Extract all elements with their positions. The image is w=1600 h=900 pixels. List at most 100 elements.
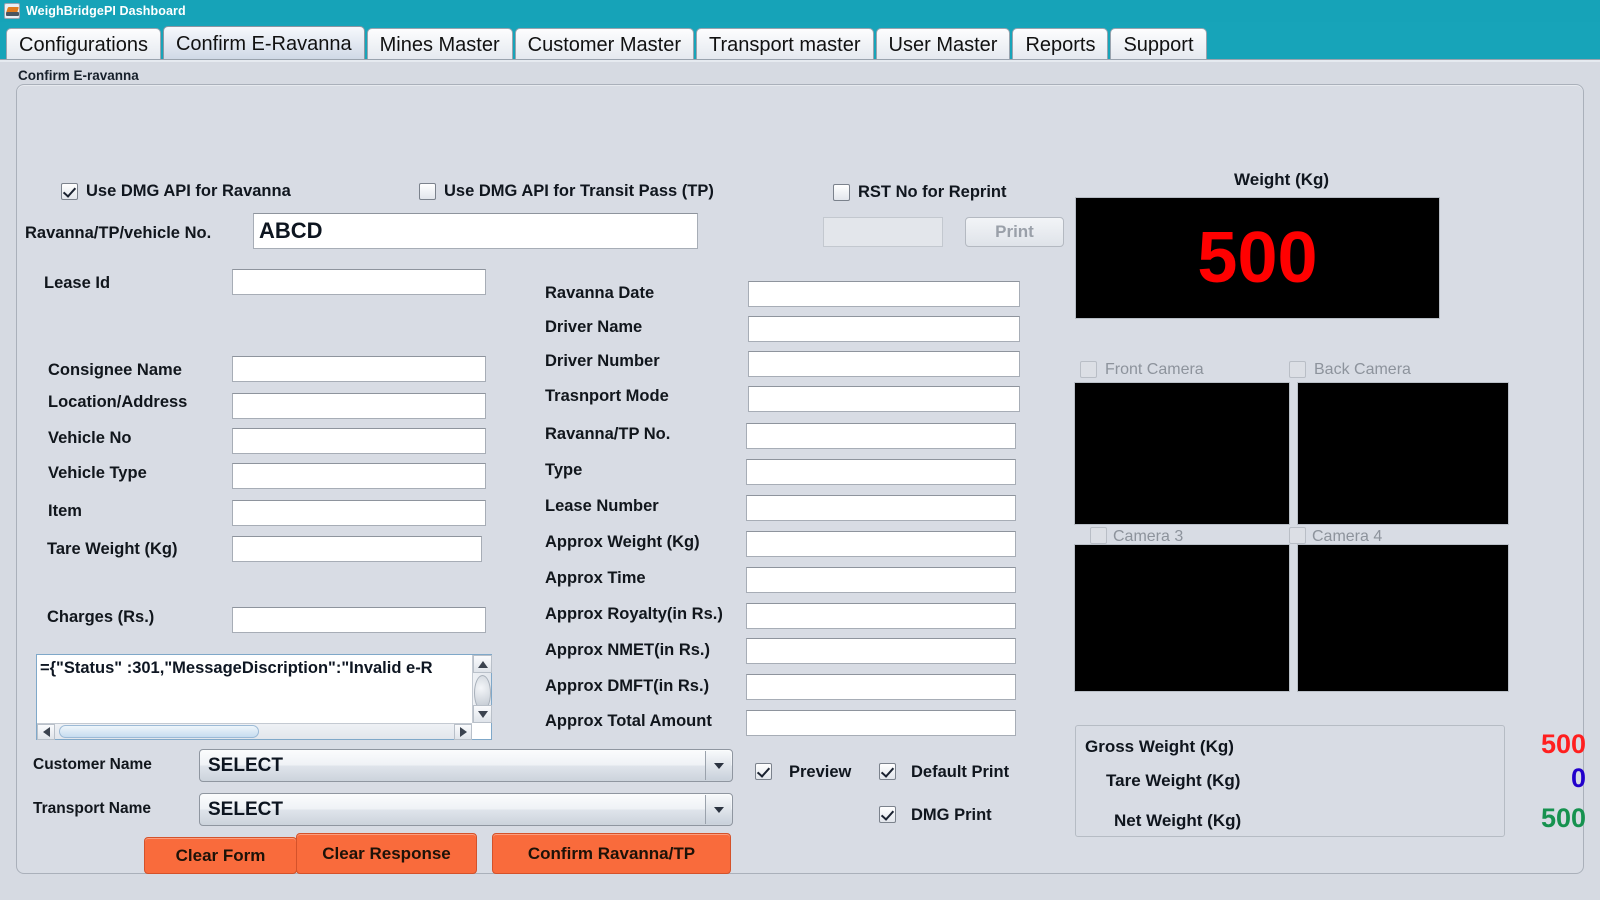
tab-customer-master[interactable]: Customer Master bbox=[515, 28, 694, 62]
customer-name-label: Customer Name bbox=[33, 756, 152, 774]
location-address-input[interactable] bbox=[232, 393, 486, 419]
net-weight-label: Net Weight (Kg) bbox=[1114, 811, 1241, 831]
confirm-e-ravanna-page: Confirm E-ravanna Use DMG API for Ravann… bbox=[0, 62, 1600, 900]
front-camera-checkbox[interactable] bbox=[1080, 361, 1097, 378]
weighbridge-icon bbox=[4, 3, 20, 19]
approx-nmet-input[interactable] bbox=[746, 638, 1016, 664]
use-dmg-api-tp-checkbox[interactable] bbox=[419, 183, 436, 200]
back-camera-checkbox[interactable] bbox=[1289, 361, 1306, 378]
tab-mines-master[interactable]: Mines Master bbox=[367, 28, 513, 62]
confirm-ravanna-tp-button[interactable]: Confirm Ravanna/TP bbox=[492, 833, 731, 874]
rst-no-field[interactable] bbox=[823, 217, 943, 247]
tare-weight-input[interactable] bbox=[232, 536, 482, 562]
location-address-label: Location/Address bbox=[48, 393, 187, 412]
approx-royalty-input[interactable] bbox=[746, 603, 1016, 629]
tare-weight-summary-label: Tare Weight (Kg) bbox=[1106, 771, 1240, 791]
camera-3-checkbox[interactable] bbox=[1090, 527, 1107, 544]
back-camera-feed bbox=[1297, 382, 1509, 525]
approx-total-amount-input[interactable] bbox=[746, 710, 1016, 736]
preview-label: Preview bbox=[789, 763, 851, 782]
use-dmg-api-ravanna-checkbox[interactable] bbox=[61, 183, 78, 200]
use-dmg-api-ravanna-label: Use DMG API for Ravanna bbox=[86, 182, 291, 201]
camera-3-feed bbox=[1074, 544, 1290, 692]
api-response-textarea[interactable]: ={"Status" :301,"MessageDiscription":"In… bbox=[36, 654, 492, 740]
weight-display-value: 500 bbox=[1197, 222, 1317, 294]
customer-name-selected-value: SELECT bbox=[208, 755, 283, 777]
tab-transport-master[interactable]: Transport master bbox=[696, 28, 874, 62]
gross-weight-label: Gross Weight (Kg) bbox=[1085, 737, 1234, 757]
item-label: Item bbox=[48, 502, 82, 521]
approx-time-label: Approx Time bbox=[545, 569, 646, 588]
use-dmg-api-tp-label: Use DMG API for Transit Pass (TP) bbox=[444, 182, 714, 201]
ravanna-vehicle-no-input[interactable]: ABCD bbox=[253, 213, 698, 249]
lease-id-input[interactable] bbox=[232, 269, 486, 295]
driver-name-input[interactable] bbox=[748, 316, 1020, 342]
approx-dmft-label: Approx DMFT(in Rs.) bbox=[545, 677, 709, 696]
tab-confirm-e-ravanna[interactable]: Confirm E-Ravanna bbox=[163, 26, 365, 62]
clear-form-button[interactable]: Clear Form bbox=[144, 837, 297, 874]
consignee-name-label: Consignee Name bbox=[48, 361, 182, 380]
ravanna-date-input[interactable] bbox=[748, 281, 1020, 307]
transport-name-select[interactable]: SELECT bbox=[199, 793, 733, 826]
lease-number-label: Lease Number bbox=[545, 497, 659, 516]
api-response-text: ={"Status" :301,"MessageDiscription":"In… bbox=[40, 659, 469, 678]
item-input[interactable] bbox=[232, 500, 486, 526]
ravanna-date-label: Ravanna Date bbox=[545, 284, 654, 303]
tare-weight-summary-value: 0 bbox=[1571, 763, 1586, 794]
approx-dmft-input[interactable] bbox=[746, 674, 1016, 700]
transport-name-label: Transport Name bbox=[33, 800, 151, 818]
gross-weight-value: 500 bbox=[1541, 729, 1586, 760]
window-titlebar: WeighBridgePI Dashboard bbox=[0, 0, 1600, 22]
type-input[interactable] bbox=[746, 459, 1016, 485]
rst-no-reprint-label: RST No for Reprint bbox=[858, 183, 1007, 202]
approx-royalty-label: Approx Royalty(in Rs.) bbox=[545, 605, 723, 624]
lease-number-input[interactable] bbox=[746, 495, 1016, 521]
tare-weight-label: Tare Weight (Kg) bbox=[47, 540, 177, 559]
clear-response-button[interactable]: Clear Response bbox=[296, 833, 477, 874]
tab-support[interactable]: Support bbox=[1110, 28, 1206, 62]
preview-checkbox[interactable] bbox=[755, 763, 772, 780]
vehicle-type-label: Vehicle Type bbox=[48, 464, 147, 483]
driver-number-input[interactable] bbox=[748, 351, 1020, 377]
weight-display-title: Weight (Kg) bbox=[1234, 170, 1329, 190]
scroll-left-icon[interactable] bbox=[37, 724, 55, 740]
rst-no-reprint-checkbox[interactable] bbox=[833, 184, 850, 201]
scroll-up-icon[interactable] bbox=[473, 655, 492, 673]
front-camera-feed bbox=[1074, 382, 1290, 525]
main-tabstrip: Configurations Confirm E-Ravanna Mines M… bbox=[0, 22, 1600, 62]
horizontal-scroll-thumb[interactable] bbox=[59, 725, 259, 738]
vehicle-no-label: Vehicle No bbox=[48, 429, 131, 448]
ravanna-tp-no-input[interactable] bbox=[746, 423, 1016, 449]
net-weight-value: 500 bbox=[1541, 803, 1586, 834]
approx-weight-input[interactable] bbox=[746, 531, 1016, 557]
response-horizontal-scrollbar[interactable] bbox=[37, 723, 472, 739]
transport-mode-input[interactable] bbox=[748, 386, 1020, 412]
scroll-down-icon[interactable] bbox=[473, 705, 492, 723]
chevron-down-icon[interactable] bbox=[705, 751, 731, 780]
dmg-print-checkbox[interactable] bbox=[879, 806, 896, 823]
dmg-print-label: DMG Print bbox=[911, 806, 992, 825]
vehicle-no-input[interactable] bbox=[232, 428, 486, 454]
charges-input[interactable] bbox=[232, 607, 486, 633]
chevron-down-icon[interactable] bbox=[705, 795, 731, 824]
response-vertical-scrollbar[interactable] bbox=[472, 655, 491, 723]
vehicle-type-input[interactable] bbox=[232, 463, 486, 489]
approx-weight-label: Approx Weight (Kg) bbox=[545, 533, 700, 552]
customer-name-select[interactable]: SELECT bbox=[199, 749, 733, 782]
scroll-right-icon[interactable] bbox=[454, 724, 472, 740]
consignee-name-input[interactable] bbox=[232, 356, 486, 382]
window-title: WeighBridgePI Dashboard bbox=[26, 4, 186, 18]
default-print-checkbox[interactable] bbox=[879, 763, 896, 780]
tab-reports[interactable]: Reports bbox=[1012, 28, 1108, 62]
ravanna-tp-no-label: Ravanna/TP No. bbox=[545, 425, 670, 444]
camera-4-checkbox[interactable] bbox=[1289, 527, 1306, 544]
approx-time-input[interactable] bbox=[746, 567, 1016, 593]
transport-name-selected-value: SELECT bbox=[208, 799, 283, 821]
charges-label: Charges (Rs.) bbox=[47, 608, 154, 627]
approx-nmet-label: Approx NMET(in Rs.) bbox=[545, 641, 710, 660]
back-camera-label: Back Camera bbox=[1314, 361, 1411, 379]
print-button[interactable]: Print bbox=[965, 217, 1064, 247]
lease-id-label: Lease Id bbox=[44, 274, 110, 293]
tab-configurations[interactable]: Configurations bbox=[6, 28, 161, 62]
tab-user-master[interactable]: User Master bbox=[876, 28, 1011, 62]
